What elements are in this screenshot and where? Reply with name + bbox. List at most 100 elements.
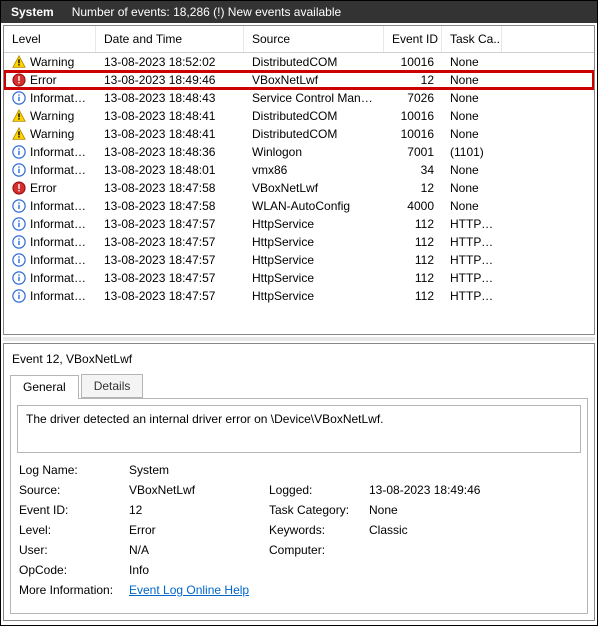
warning-icon	[12, 127, 26, 141]
col-datetime[interactable]: Date and Time	[96, 26, 244, 52]
table-row[interactable]: Information13-08-2023 18:48:01vmx8634Non…	[4, 161, 594, 179]
grid-body[interactable]: Warning13-08-2023 18:52:02DistributedCOM…	[4, 53, 594, 331]
cell-eventid: 112	[384, 270, 442, 286]
tab-content: The driver detected an internal driver e…	[10, 399, 588, 614]
info-icon	[12, 271, 26, 285]
cell-source: HttpService	[244, 288, 384, 304]
info-icon	[12, 289, 26, 303]
col-level[interactable]: Level	[4, 26, 96, 52]
cell-eventid: 7001	[384, 144, 442, 160]
cell-source: HttpService	[244, 216, 384, 232]
cell-level: Information	[30, 145, 90, 159]
col-taskcat[interactable]: Task Ca...	[442, 26, 502, 52]
tab-details[interactable]: Details	[81, 374, 144, 398]
cell-datetime: 13-08-2023 18:47:57	[96, 288, 244, 304]
cell-datetime: 13-08-2023 18:52:02	[96, 54, 244, 70]
info-icon	[12, 163, 26, 177]
cell-eventid: 12	[384, 72, 442, 88]
events-grid[interactable]: Level Date and Time Source Event ID Task…	[3, 25, 595, 335]
cell-source: vmx86	[244, 162, 384, 178]
cell-eventid: 112	[384, 234, 442, 250]
table-row[interactable]: Warning 13-08-2023 18:52:02DistributedCOM…	[4, 53, 594, 71]
cell-level: Error	[30, 181, 57, 195]
val-opcode: Info	[129, 563, 269, 577]
cell-level: Warning	[30, 55, 74, 69]
info-icon	[12, 145, 26, 159]
val-eventid: 12	[129, 503, 269, 517]
table-row[interactable]: Information 13-08-2023 18:47:58WLAN-AutoC…	[4, 197, 594, 215]
tab-general[interactable]: General	[10, 375, 79, 399]
col-eventid[interactable]: Event ID	[384, 26, 442, 52]
table-row[interactable]: Information 13-08-2023 18:47:57HttpServic…	[4, 287, 594, 305]
val-keywords: Classic	[369, 523, 529, 537]
val-taskcat: None	[369, 503, 529, 517]
warning-icon	[12, 109, 26, 123]
table-row[interactable]: Information 13-08-2023 18:48:36Winlogon70…	[4, 143, 594, 161]
cell-taskcat: None	[442, 180, 502, 196]
cell-taskcat: (1101)	[442, 144, 502, 160]
cell-taskcat: HTTP S...	[442, 234, 502, 250]
cell-datetime: 13-08-2023 18:47:57	[96, 270, 244, 286]
cell-eventid: 112	[384, 216, 442, 232]
lbl-logged: Logged:	[269, 483, 369, 497]
cell-eventid: 10016	[384, 126, 442, 142]
table-row[interactable]: Information13-08-2023 18:47:57HttpServic…	[4, 233, 594, 251]
cell-datetime: 13-08-2023 18:48:43	[96, 90, 244, 106]
cell-level: Information	[30, 235, 90, 249]
cell-eventid: 34	[384, 162, 442, 178]
cell-source: HttpService	[244, 270, 384, 286]
lbl-moreinfo: More Information:	[19, 583, 129, 597]
cell-source: VBoxNetLwf	[244, 180, 384, 196]
cell-level: Information	[30, 289, 90, 303]
lbl-taskcat: Task Category:	[269, 503, 369, 517]
table-row[interactable]: Warning13-08-2023 18:48:41DistributedCOM…	[4, 107, 594, 125]
cell-source: DistributedCOM	[244, 126, 384, 142]
val-logname: System	[129, 463, 269, 477]
splitter[interactable]	[3, 337, 595, 341]
table-row[interactable]: Information13-08-2023 18:47:57HttpServic…	[4, 269, 594, 287]
cell-source: WLAN-AutoConfig	[244, 198, 384, 214]
titlebar-status: Number of events: 18,286 (!) New events …	[72, 5, 341, 19]
cell-level: Error	[30, 73, 57, 87]
cell-taskcat: None	[442, 162, 502, 178]
table-row[interactable]: Warning13-08-2023 18:48:41DistributedCOM…	[4, 125, 594, 143]
cell-source: Winlogon	[244, 144, 384, 160]
cell-eventid: 7026	[384, 90, 442, 106]
details-title: Event 12, VBoxNetLwf	[10, 348, 588, 374]
info-icon	[12, 199, 26, 213]
val-level: Error	[129, 523, 269, 537]
cell-taskcat: None	[442, 108, 502, 124]
cell-eventid: 4000	[384, 198, 442, 214]
cell-eventid: 112	[384, 252, 442, 268]
cell-taskcat: None	[442, 72, 502, 88]
cell-taskcat: None	[442, 54, 502, 70]
cell-source: HttpService	[244, 234, 384, 250]
cell-datetime: 13-08-2023 18:47:57	[96, 216, 244, 232]
cell-datetime: 13-08-2023 18:47:57	[96, 252, 244, 268]
cell-datetime: 13-08-2023 18:48:36	[96, 144, 244, 160]
val-user: N/A	[129, 543, 269, 557]
cell-taskcat: None	[442, 90, 502, 106]
cell-datetime: 13-08-2023 18:48:01	[96, 162, 244, 178]
lbl-level: Level:	[19, 523, 129, 537]
lbl-eventid: Event ID:	[19, 503, 129, 517]
error-icon	[12, 73, 26, 87]
col-source[interactable]: Source	[244, 26, 384, 52]
cell-datetime: 13-08-2023 18:47:58	[96, 198, 244, 214]
val-source: VBoxNetLwf	[129, 483, 269, 497]
link-online-help[interactable]: Event Log Online Help	[129, 583, 249, 597]
table-row[interactable]: Information13-08-2023 18:48:43Service Co…	[4, 89, 594, 107]
table-row[interactable]: Error13-08-2023 18:47:58VBoxNetLwf12None	[4, 179, 594, 197]
warning-icon	[12, 55, 26, 69]
grid-header[interactable]: Level Date and Time Source Event ID Task…	[4, 26, 594, 53]
event-message: The driver detected an internal driver e…	[17, 405, 581, 453]
table-row[interactable]: Error13-08-2023 18:49:46VBoxNetLwf12None	[4, 71, 594, 89]
table-row[interactable]: Information13-08-2023 18:47:57HttpServic…	[4, 251, 594, 269]
table-row[interactable]: Information13-08-2023 18:47:57HttpServic…	[4, 215, 594, 233]
info-icon	[12, 253, 26, 267]
cell-source: DistributedCOM	[244, 54, 384, 70]
cell-level: Information	[30, 199, 90, 213]
cell-taskcat: HTTP S...	[442, 216, 502, 232]
cell-datetime: 13-08-2023 18:48:41	[96, 108, 244, 124]
cell-level: Information	[30, 253, 90, 267]
